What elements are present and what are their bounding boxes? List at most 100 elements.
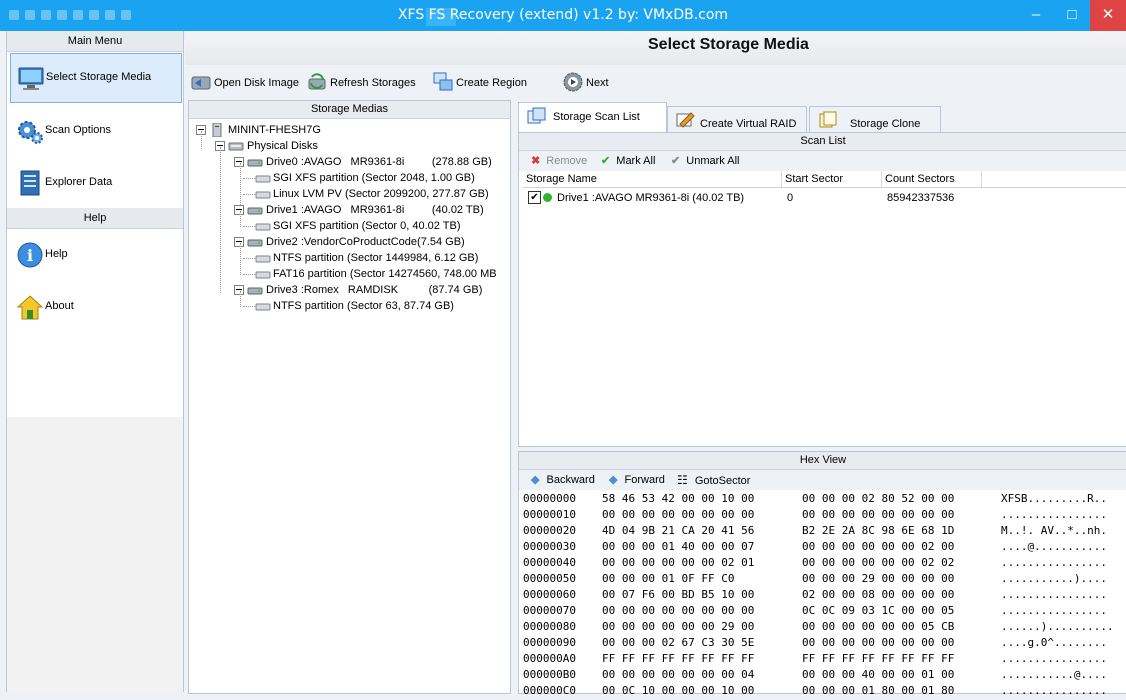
hex-bytes: B2 2E 2A 8C 98 6E 68 1D — [802, 524, 955, 537]
hex-bytes: 58 46 53 42 00 00 10 00 — [602, 492, 755, 505]
menu-item-label: About — [45, 300, 74, 312]
hex-bytes: 00 00 00 02 67 C3 30 5E — [602, 636, 755, 649]
goto-sector-button[interactable]: ☷ GotoSector — [677, 473, 750, 487]
hex-ascii: ......).......... — [1001, 620, 1114, 633]
column-count-sectors[interactable]: Count Sectors — [882, 171, 982, 187]
header-banner: Select Storage Media — [186, 31, 1126, 65]
next-icon — [563, 72, 583, 92]
mark-all-label: Mark All — [616, 155, 656, 167]
tree-expander[interactable] — [234, 237, 244, 247]
backward-label: Backward — [546, 474, 595, 486]
hex-view-toolbar: ◆ Backward ◆ Forward ☷ GotoSector — [519, 470, 1126, 490]
hex-ascii: ....g.0^........ — [1001, 636, 1107, 649]
computer-icon — [212, 123, 222, 137]
remove-label: Remove — [546, 155, 588, 167]
row-checkbox[interactable]: ✔ — [528, 191, 541, 204]
hex-bytes: 00 00 00 00 00 00 00 00 — [802, 636, 955, 649]
hex-bytes: 00 00 00 00 00 00 00 00 — [602, 508, 755, 521]
tree-node-label: MININT-FHESH7G — [228, 124, 321, 136]
maximize-button[interactable]: □ — [1054, 0, 1090, 31]
drive-icon — [247, 159, 263, 167]
tab-create-virtual-raid[interactable]: Create Virtual RAID — [667, 106, 807, 133]
tab-label: Create Virtual RAID — [700, 118, 797, 130]
window-title: XFS FS Recovery (extend) v1.2 by: VMxDB.… — [397, 7, 729, 23]
tree-node-label: Drive2 :VendorCoProductCode(7.54 GB) — [266, 236, 465, 248]
tree-node-label: NTFS partition (Sector 63, 87.74 GB) — [273, 300, 454, 312]
tree-node-label: Drive3 :Romex RAMDISK (87.74 GB) — [266, 284, 483, 296]
hex-offset: 00000030 — [523, 540, 576, 553]
tree-node-label: Drive1 :AVAGO MR9361-8i (40.02 TB) — [266, 204, 484, 216]
scan-list-column-headers: Storage Name Start Sector Count Sectors — [523, 171, 1126, 188]
menu-item-help[interactable]: i Help — [10, 231, 180, 279]
monitor-icon — [18, 67, 44, 90]
backward-button[interactable]: ◆ Backward — [531, 473, 595, 486]
hex-offset: 00000070 — [523, 604, 576, 617]
tree-expander[interactable] — [234, 205, 244, 215]
tab-storage-clone[interactable]: Storage Clone — [809, 106, 941, 133]
scan-list-panel: Scan List ✖ Remove ✔ Mark All ✔ Unmark A… — [518, 132, 1126, 447]
open-disk-image-button[interactable]: Open Disk Image — [190, 71, 302, 95]
tab-label: Storage Clone — [850, 118, 921, 130]
tree-connector — [243, 178, 255, 179]
hex-bytes: 00 00 00 29 00 00 00 00 — [802, 572, 955, 585]
tree-connector — [240, 291, 241, 307]
hex-ascii: ................ — [1001, 604, 1107, 617]
menu-item-explorer-data[interactable]: Explorer Data — [10, 159, 180, 207]
status-dot — [543, 193, 552, 202]
menu-item-about[interactable]: About — [10, 283, 180, 331]
hex-bytes: 00 0C 10 00 00 00 10 00 — [602, 684, 755, 697]
hex-bytes: 00 00 00 00 00 00 02 01 — [602, 556, 755, 569]
table-row[interactable]: ✔ Drive1 :AVAGO MR9361-8i (40.02 TB) 0 8… — [523, 189, 1126, 207]
refresh-storages-button[interactable]: Refresh Storages — [306, 71, 418, 95]
refresh-icon — [308, 73, 326, 90]
menu-item-scan-options[interactable]: Scan Options — [10, 107, 180, 155]
left-menu-empty-area — [7, 417, 183, 692]
hex-bytes: 00 00 00 01 80 00 01 80 — [802, 684, 955, 697]
minimize-button[interactable]: – — [1018, 0, 1054, 31]
right-tabs: Storage Scan List Create Virtual RAID St… — [517, 102, 1126, 133]
hex-bytes: 00 00 00 40 00 00 01 00 — [802, 668, 955, 681]
create-region-button[interactable]: Create Region — [432, 71, 532, 95]
tree-expander[interactable] — [234, 285, 244, 295]
hex-ascii: ................ — [1001, 652, 1107, 665]
hex-bytes: 00 00 00 02 80 52 00 00 — [802, 492, 955, 505]
partition-icon — [255, 303, 271, 311]
next-button[interactable]: Next — [562, 71, 622, 95]
clone-icon — [819, 111, 837, 128]
hex-bytes: 0C 0C 09 03 1C 00 00 05 — [802, 604, 955, 617]
tab-storage-scan-list[interactable]: Storage Scan List — [518, 102, 667, 133]
close-button[interactable]: ✕ — [1090, 0, 1126, 31]
tree-node-label: Drive0 :AVAGO MR9361-8i (278.88 GB) — [266, 156, 492, 168]
tree-expander[interactable] — [234, 157, 244, 167]
drive-icon — [247, 287, 263, 295]
menu-item-label: Scan Options — [45, 124, 112, 136]
partition-icon — [255, 191, 271, 199]
back-arrow-icon: ◆ — [531, 474, 540, 486]
hex-view-header: Hex View — [519, 452, 1126, 470]
hex-offset: 00000050 — [523, 572, 576, 585]
remove-button[interactable]: ✖ Remove — [531, 154, 587, 167]
hex-offset: 000000A0 — [523, 652, 576, 665]
tree-node-label: NTFS partition (Sector 1449984, 6.12 GB) — [273, 252, 479, 264]
partition-icon — [255, 175, 271, 183]
row-storage-name: Drive1 :AVAGO MR9361-8i (40.02 TB) — [557, 192, 745, 204]
forward-arrow-icon: ◆ — [609, 474, 618, 486]
mark-all-button[interactable]: ✔ Mark All — [601, 154, 655, 167]
hex-bytes: 00 07 F6 00 BD B5 10 00 — [602, 588, 755, 601]
forward-label: Forward — [624, 474, 665, 486]
tree-connector — [240, 211, 241, 227]
left-menu: Main Menu Select Storage Media Scan Opti… — [6, 31, 184, 692]
forward-button[interactable]: ◆ Forward — [609, 473, 665, 486]
hex-ascii: ....@........... — [1001, 540, 1107, 553]
menu-item-select-storage-media[interactable]: Select Storage Media — [10, 53, 182, 103]
storage-medias-header: Storage Medias — [189, 101, 510, 119]
hex-bytes: 00 00 00 00 00 00 02 00 — [802, 540, 955, 553]
hex-offset: 00000090 — [523, 636, 576, 649]
column-start-sector[interactable]: Start Sector — [782, 171, 882, 187]
unmark-all-button[interactable]: ✔ Unmark All — [671, 154, 739, 167]
remove-icon: ✖ — [531, 155, 541, 167]
tree-connector — [201, 131, 202, 149]
hex-offset: 000000C0 — [523, 684, 576, 697]
column-storage-name[interactable]: Storage Name — [523, 171, 782, 187]
hex-bytes: 02 00 00 08 00 00 00 00 — [802, 588, 955, 601]
